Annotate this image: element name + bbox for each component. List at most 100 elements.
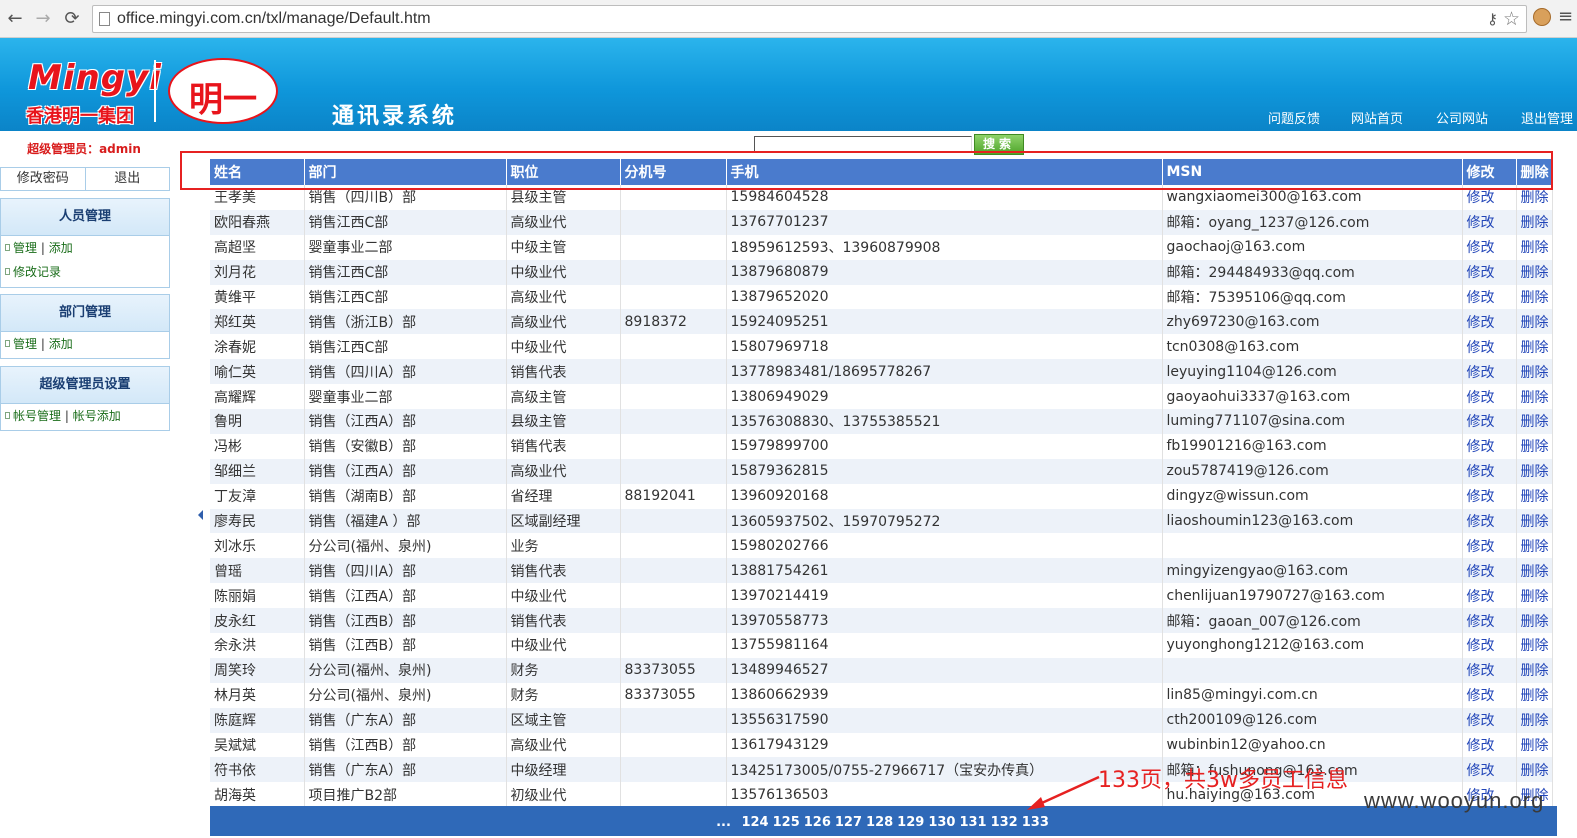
delete-link[interactable]: 删除 — [1516, 707, 1553, 733]
edit-link[interactable]: 修改 — [1462, 458, 1517, 484]
edit-link[interactable]: 修改 — [1462, 707, 1517, 733]
col-position: 职位 — [506, 159, 621, 185]
link-site-home[interactable]: 网站首页 — [1351, 108, 1403, 127]
cell-extension — [620, 384, 727, 410]
edit-link[interactable]: 修改 — [1462, 583, 1517, 609]
delete-link[interactable]: 删除 — [1516, 483, 1553, 509]
page-link[interactable]: 127 — [835, 815, 862, 830]
delete-link[interactable]: 删除 — [1516, 458, 1553, 484]
delete-link[interactable]: 删除 — [1516, 209, 1553, 235]
section-super-admin[interactable]: 超级管理员设置 — [0, 366, 170, 404]
edit-link[interactable]: 修改 — [1462, 533, 1517, 559]
extension-icon[interactable] — [1533, 8, 1551, 26]
edit-history-link[interactable]: 修改记录 — [13, 265, 61, 279]
page-link[interactable]: 129 — [897, 815, 924, 830]
delete-link[interactable]: 删除 — [1516, 583, 1553, 609]
search-input[interactable] — [754, 136, 972, 153]
cell-name: 陈庭辉 — [210, 707, 305, 733]
section-personnel[interactable]: 人员管理 — [0, 198, 170, 236]
cell-msn: dingyz@wissun.com — [1162, 483, 1463, 509]
department-manage-link[interactable]: 管理 — [13, 337, 37, 351]
edit-link[interactable]: 修改 — [1462, 209, 1517, 235]
delete-link[interactable]: 删除 — [1516, 608, 1553, 634]
key-icon[interactable]: ⚷ — [1487, 10, 1498, 28]
delete-link[interactable]: 删除 — [1516, 409, 1553, 434]
page-link[interactable]: 132 — [991, 815, 1018, 830]
cell-position: 销售代表 — [506, 359, 621, 385]
edit-link[interactable]: 修改 — [1462, 234, 1517, 260]
delete-link[interactable]: 删除 — [1516, 284, 1553, 310]
cell-position: 中级主管 — [506, 234, 621, 260]
personnel-add-link[interactable]: 添加 — [49, 241, 73, 255]
page-link[interactable]: 124 — [741, 815, 768, 830]
delete-link[interactable]: 删除 — [1516, 682, 1553, 708]
delete-link[interactable]: 删除 — [1516, 757, 1553, 783]
table-row: 吴斌斌 销售（江西B）部 高级业代 13617943129 wubinbin12@yah… — [210, 732, 1553, 758]
table-row: 冯彬 销售（安徽B）部 销售代表 15979899700 fb19901216@163.… — [210, 433, 1553, 459]
page-link[interactable]: 126 — [804, 815, 831, 830]
cell-position: 区域副经理 — [506, 508, 621, 534]
edit-link[interactable]: 修改 — [1462, 508, 1517, 534]
section-department[interactable]: 部门管理 — [0, 294, 170, 332]
personnel-manage-link[interactable]: 管理 — [13, 241, 37, 255]
cell-name: 冯彬 — [210, 433, 305, 459]
delete-link[interactable]: 删除 — [1516, 259, 1553, 285]
delete-link[interactable]: 删除 — [1516, 657, 1553, 683]
edit-link[interactable]: 修改 — [1462, 185, 1517, 210]
cell-position: 销售代表 — [506, 608, 621, 634]
delete-link[interactable]: 删除 — [1516, 185, 1553, 210]
delete-link[interactable]: 删除 — [1516, 732, 1553, 758]
search-button[interactable]: 搜索 — [974, 134, 1024, 155]
edit-link[interactable]: 修改 — [1462, 483, 1517, 509]
page-link[interactable]: 130 — [928, 815, 955, 830]
delete-link[interactable]: 删除 — [1516, 234, 1553, 260]
edit-link[interactable]: 修改 — [1462, 384, 1517, 410]
edit-link[interactable]: 修改 — [1462, 608, 1517, 634]
page-link[interactable]: 125 — [773, 815, 800, 830]
edit-link[interactable]: 修改 — [1462, 359, 1517, 385]
cell-mobile: 13881754261 — [726, 558, 1163, 584]
page-link[interactable]: 128 — [866, 815, 893, 830]
menu-icon[interactable]: ≡ — [1558, 6, 1573, 27]
edit-link[interactable]: 修改 — [1462, 732, 1517, 758]
delete-link[interactable]: 删除 — [1516, 633, 1553, 658]
back-icon[interactable]: ← — [4, 8, 26, 30]
department-add-link[interactable]: 添加 — [49, 337, 73, 351]
delete-link[interactable]: 删除 — [1516, 433, 1553, 459]
address-bar[interactable]: office.mingyi.com.cn/txl/manage/Default.… — [92, 5, 1527, 33]
edit-link[interactable]: 修改 — [1462, 657, 1517, 683]
delete-link[interactable]: 删除 — [1516, 533, 1553, 559]
edit-link[interactable]: 修改 — [1462, 259, 1517, 285]
edit-link[interactable]: 修改 — [1462, 433, 1517, 459]
delete-link[interactable]: 删除 — [1516, 384, 1553, 410]
edit-link[interactable]: 修改 — [1462, 334, 1517, 360]
cell-position: 中级业代 — [506, 334, 621, 360]
delete-link[interactable]: 删除 — [1516, 309, 1553, 335]
link-feedback[interactable]: 问题反馈 — [1268, 108, 1320, 127]
edit-link[interactable]: 修改 — [1462, 633, 1517, 658]
edit-link[interactable]: 修改 — [1462, 409, 1517, 434]
account-manage-link[interactable]: 帐号管理 — [13, 409, 61, 423]
delete-link[interactable]: 删除 — [1516, 508, 1553, 534]
edit-link[interactable]: 修改 — [1462, 558, 1517, 584]
logout-link[interactable]: 退出 — [84, 168, 170, 190]
page-link[interactable]: 131 — [959, 815, 986, 830]
account-add-link[interactable]: 帐号添加 — [73, 409, 121, 423]
account-links: 帐号管理 | 帐号添加 — [1, 404, 169, 428]
delete-link[interactable]: 删除 — [1516, 558, 1553, 584]
forward-icon[interactable]: → — [32, 8, 54, 30]
edit-link[interactable]: 修改 — [1462, 284, 1517, 310]
table-row: 丁友漳 销售（湖南B）部 省经理 88192041 13960920168 dingyz@… — [210, 483, 1553, 509]
delete-link[interactable]: 删除 — [1516, 334, 1553, 360]
delete-link[interactable]: 删除 — [1516, 359, 1553, 385]
edit-link[interactable]: 修改 — [1462, 682, 1517, 708]
edit-link[interactable]: 修改 — [1462, 757, 1517, 783]
collapse-sidebar-icon[interactable] — [198, 510, 203, 520]
page-link[interactable]: 133 — [1022, 815, 1049, 830]
change-password-link[interactable]: 修改密码 — [1, 168, 85, 190]
link-company-site[interactable]: 公司网站 — [1436, 108, 1488, 127]
edit-link[interactable]: 修改 — [1462, 309, 1517, 335]
link-exit-admin[interactable]: 退出管理 — [1521, 108, 1573, 127]
reload-icon[interactable]: ⟳ — [61, 8, 83, 30]
bookmark-star-icon[interactable]: ☆ — [1503, 8, 1520, 30]
